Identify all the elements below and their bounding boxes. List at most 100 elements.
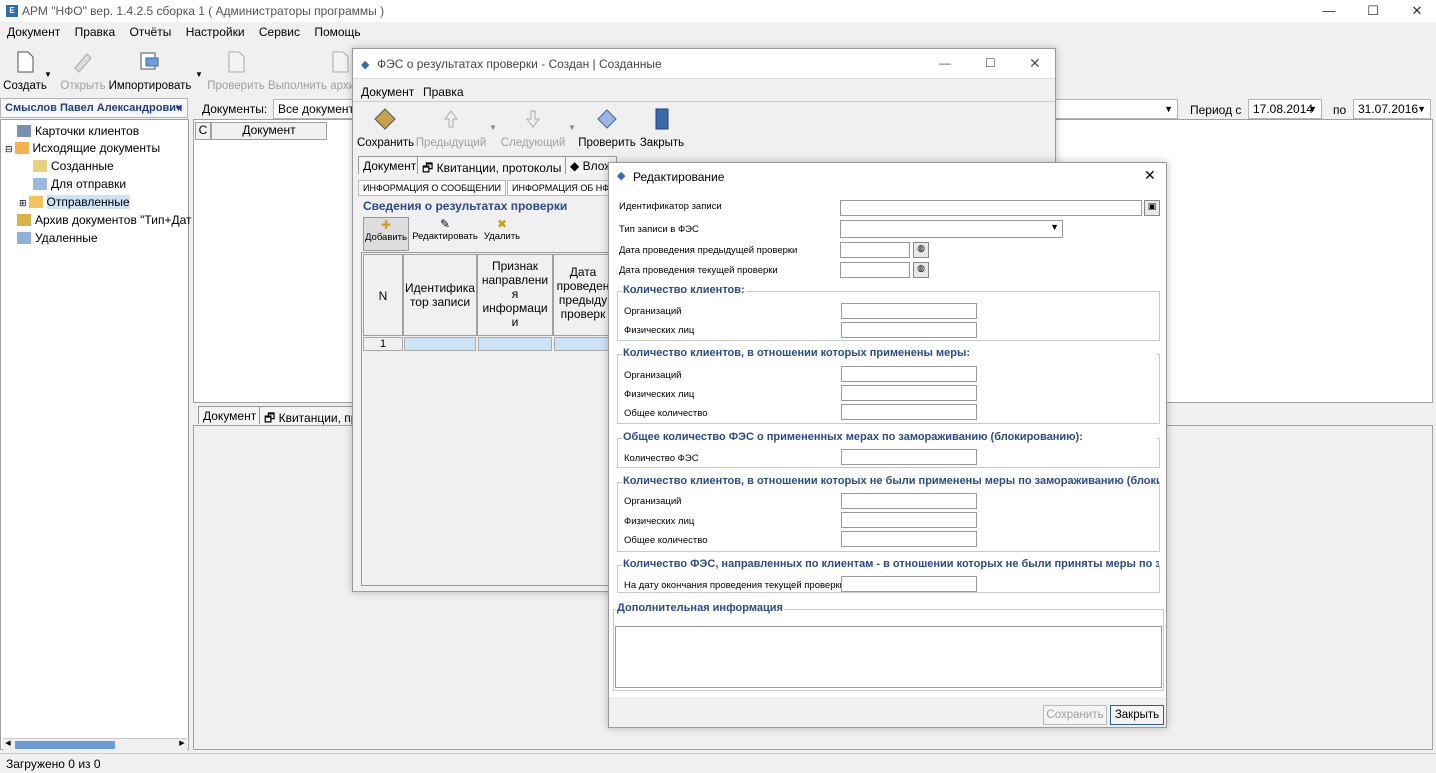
record-type-select[interactable]: ▼ bbox=[840, 220, 1063, 238]
create-button[interactable]: Создать bbox=[3, 50, 47, 92]
fes-tab-document[interactable]: Документ bbox=[358, 156, 422, 174]
tree-item-sent[interactable]: ⊞ Отправленные bbox=[19, 195, 130, 209]
fes-next-button[interactable]: Следующий bbox=[499, 107, 567, 149]
scroll-right-icon[interactable]: ▶ bbox=[177, 739, 187, 750]
import-dropdown-icon[interactable]: ▼ bbox=[195, 70, 203, 79]
period-from-label: Период с bbox=[1190, 103, 1242, 117]
menu-reports[interactable]: Отчёты bbox=[129, 25, 171, 39]
fes-title: ФЭС о результатах проверки - Создан | Со… bbox=[377, 57, 662, 71]
fes-minimize-icon[interactable]: — bbox=[939, 56, 951, 70]
docs-label: Документы: bbox=[202, 102, 268, 116]
fes-grid-cell[interactable] bbox=[554, 337, 612, 351]
tree-item-archive[interactable]: Архив документов "Тип+Дат bbox=[17, 213, 191, 227]
prev-check-date-input[interactable] bbox=[840, 242, 910, 258]
fes-grid-col-n[interactable]: N bbox=[363, 254, 403, 336]
fes-close-icon[interactable]: ✕ bbox=[1029, 55, 1041, 72]
fes-menu-document[interactable]: Документ bbox=[361, 85, 414, 99]
status-text: Загружено 0 из 0 bbox=[6, 757, 101, 771]
close-icon[interactable]: ✕ bbox=[1394, 0, 1436, 22]
chevron-down-icon: ▼ bbox=[1050, 222, 1059, 232]
dialog-save-button[interactable]: Сохранить bbox=[1043, 705, 1107, 725]
fes-tab-receipts[interactable]: 🗗 Квитанции, протоколы bbox=[417, 156, 567, 175]
group-fes-frozen-title: Общее количество ФЭС о примененных мерах… bbox=[622, 431, 1157, 443]
tree-item-outgoing[interactable]: ⊟ Исходящие документы bbox=[5, 141, 160, 155]
group4-org-input[interactable] bbox=[841, 493, 977, 509]
create-dropdown-icon[interactable]: ▼ bbox=[44, 70, 52, 79]
user-combo[interactable]: Смыслов Павел Александрович ▼ bbox=[0, 98, 188, 118]
chevron-down-icon: ▼ bbox=[174, 103, 183, 113]
period-to-input[interactable]: 31.07.2016 ▼ bbox=[1353, 99, 1431, 119]
group2-org-input[interactable] bbox=[841, 366, 977, 382]
fes-subtab-message[interactable]: ИНФОРМАЦИЯ О СООБЩЕНИИ bbox=[358, 180, 506, 196]
main-menu: Документ Правка Отчёты Настройки Сервис … bbox=[0, 25, 365, 45]
edit-row-button[interactable]: ✎ Редактировать bbox=[411, 217, 479, 251]
fes-grid-col-date[interactable]: Дата проведен предыду проверк bbox=[553, 254, 613, 336]
fes-grid-cell[interactable] bbox=[404, 337, 476, 351]
group3-count-input[interactable] bbox=[841, 449, 977, 465]
add-row-button[interactable]: ✚ Добавить bbox=[363, 217, 409, 251]
fes-grid-col-direction[interactable]: Признак направлени я информаци и bbox=[477, 254, 553, 336]
next-dropdown-icon[interactable]: ▼ bbox=[568, 123, 576, 132]
scroll-left-icon[interactable]: ◀ bbox=[3, 739, 13, 750]
fes-menu-edit[interactable]: Правка bbox=[423, 85, 464, 99]
fes-subtab-nfo[interactable]: ИНФОРМАЦИЯ ОБ НФО bbox=[507, 180, 611, 196]
additional-info-textarea[interactable] bbox=[615, 626, 1162, 688]
curr-check-date-input[interactable] bbox=[840, 262, 910, 278]
tree-scrollbar[interactable]: ◀ ▶ bbox=[3, 738, 187, 750]
to-send-icon bbox=[33, 178, 47, 190]
grid-col-c[interactable]: С bbox=[195, 122, 211, 140]
tree-item-to-send[interactable]: Для отправки bbox=[33, 177, 126, 191]
tree-item-clients[interactable]: Карточки клиентов bbox=[17, 124, 139, 138]
tree-item-created[interactable]: Созданные bbox=[33, 159, 114, 173]
group-fes-not-taken-title: Количество ФЭС, направленных по клиентам… bbox=[622, 558, 1159, 570]
menu-edit[interactable]: Правка bbox=[75, 25, 116, 39]
menu-help[interactable]: Помощь bbox=[314, 25, 360, 39]
dialog-close-icon[interactable]: ✕ bbox=[1144, 167, 1156, 184]
calendar-icon[interactable]: ◍ bbox=[913, 242, 929, 258]
check-button[interactable]: Проверить bbox=[206, 50, 266, 92]
open-icon bbox=[74, 53, 92, 73]
scroll-thumb[interactable] bbox=[15, 741, 115, 749]
group1-phys-input[interactable] bbox=[841, 322, 977, 338]
group4-phys-input[interactable] bbox=[841, 512, 977, 528]
status-bar: Загружено 0 из 0 bbox=[0, 753, 1436, 773]
group1-org-input[interactable] bbox=[841, 303, 977, 319]
record-id-input[interactable] bbox=[840, 200, 1142, 216]
tab-receipts[interactable]: 🗗 Квитанции, пр bbox=[259, 406, 363, 425]
grid-col-document[interactable]: Документ bbox=[211, 122, 327, 140]
fes-maximize-icon[interactable]: ☐ bbox=[985, 56, 996, 70]
cards-icon bbox=[17, 125, 31, 137]
open-button[interactable]: Открыть bbox=[60, 50, 106, 92]
group-clients-count: Количество клиентов: Организаций Физичес… bbox=[617, 284, 1160, 341]
execute-button[interactable]: Выполнить архи bbox=[268, 50, 354, 92]
group-measures-not-applied-title: Количество клиентов, в отношении которых… bbox=[622, 475, 1159, 487]
maximize-icon[interactable]: ☐ bbox=[1350, 0, 1396, 22]
import-button[interactable]: Импортировать bbox=[107, 50, 193, 92]
menu-settings[interactable]: Настройки bbox=[186, 25, 245, 39]
calendar-icon[interactable]: ◍ bbox=[913, 262, 929, 278]
fes-close-button[interactable]: Закрыть bbox=[639, 107, 685, 149]
delete-row-button[interactable]: ✖ Удалить bbox=[481, 217, 523, 251]
minimize-icon[interactable]: — bbox=[1306, 0, 1352, 22]
fes-prev-button[interactable]: Предыдущий bbox=[415, 107, 487, 149]
group2-phys-input[interactable] bbox=[841, 385, 977, 401]
tab-document[interactable]: Документ bbox=[198, 406, 262, 424]
period-from-input[interactable]: 17.08.2014 ▼ bbox=[1248, 99, 1322, 119]
dialog-close-button[interactable]: Закрыть bbox=[1110, 705, 1164, 725]
group4-total-input[interactable] bbox=[841, 531, 977, 547]
group5-date-input[interactable] bbox=[841, 576, 977, 592]
tree-item-deleted[interactable]: Удаленные bbox=[17, 231, 98, 245]
fes-grid-col-id[interactable]: Идентифика тор записи bbox=[403, 254, 477, 336]
group2-total-input[interactable] bbox=[841, 404, 977, 420]
lookup-icon[interactable]: ▣ bbox=[1144, 200, 1160, 216]
menu-service[interactable]: Сервис bbox=[259, 25, 300, 39]
fes-check-button[interactable]: Проверить bbox=[577, 107, 637, 149]
group-additional-info-title: Дополнительная информация bbox=[616, 602, 784, 614]
fes-save-button[interactable]: Сохранить bbox=[357, 107, 414, 149]
menu-document[interactable]: Документ bbox=[7, 25, 60, 39]
receipt-icon: 🗗 bbox=[264, 411, 279, 425]
fes-grid-cell[interactable] bbox=[478, 337, 552, 351]
archive-icon bbox=[332, 51, 349, 73]
prev-dropdown-icon[interactable]: ▼ bbox=[489, 123, 497, 132]
edit-dialog-title-bar: ◆ Редактирование ✕ bbox=[609, 163, 1166, 189]
